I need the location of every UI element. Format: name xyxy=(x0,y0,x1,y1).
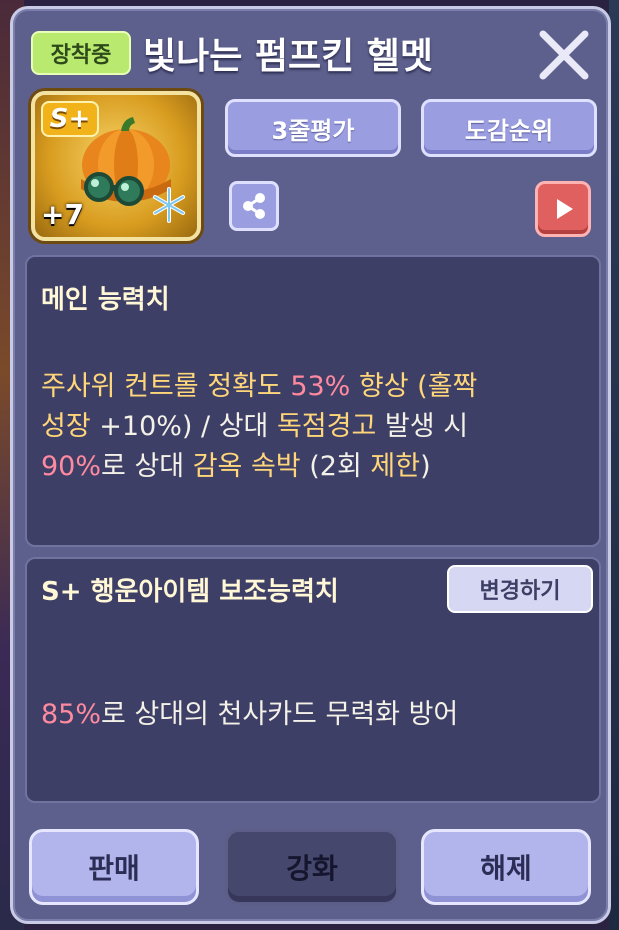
enhance-button[interactable]: 강화 xyxy=(225,829,399,905)
item-detail-panel: 장착중 빛나는 펌프킨 헬멧 S+ +7 3줄평가 도감순위 메인 능력치 주사… xyxy=(10,6,611,924)
play-icon xyxy=(557,199,573,219)
main-stat-line-3: 90%로 상대 감옥 속박 (2회 제한) xyxy=(41,451,431,482)
item-icon-frame: S+ +7 xyxy=(31,91,201,241)
sub-stat-title: S+ 행운아이템 보조능력치 xyxy=(41,577,339,607)
share-icon xyxy=(243,193,265,219)
main-stat-description: 주사위 컨트롤 정확도 53% 향상 (홀짝 성장 +10%) / 상대 독점경… xyxy=(41,367,585,487)
play-button[interactable] xyxy=(535,181,591,237)
close-button[interactable] xyxy=(534,25,594,85)
enhance-level: +7 xyxy=(41,198,84,231)
main-stat-box: 메인 능력치 주사위 컨트롤 정확도 53% 향상 (홀짝 성장 +10%) /… xyxy=(25,255,601,547)
sub-stat-description: 85%로 상대의 천사카드 무력화 방어 xyxy=(41,699,459,730)
grade-badge: S+ xyxy=(41,101,99,137)
unequip-button[interactable]: 해제 xyxy=(421,829,591,905)
main-stat-line-1: 주사위 컨트롤 정확도 53% 향상 (홀짝 xyxy=(41,371,478,402)
close-icon xyxy=(539,30,589,80)
sell-button[interactable]: 판매 xyxy=(29,829,199,905)
main-stat-title: 메인 능력치 xyxy=(41,285,170,315)
sub-stat-box: S+ 행운아이템 보조능력치 변경하기 85%로 상대의 천사카드 무력화 방어 xyxy=(25,557,601,803)
rating-button[interactable]: 3줄평가 xyxy=(225,99,401,157)
change-button[interactable]: 변경하기 xyxy=(447,565,593,613)
share-button[interactable] xyxy=(229,181,279,231)
snowflake-icon xyxy=(149,185,189,225)
item-title: 빛나는 펌프킨 헬멧 xyxy=(143,36,434,77)
ranking-button[interactable]: 도감순위 xyxy=(421,99,597,157)
equipped-badge: 장착중 xyxy=(31,31,131,75)
main-stat-line-2: 성장 +10%) / 상대 독점경고 발생 시 xyxy=(41,411,469,442)
